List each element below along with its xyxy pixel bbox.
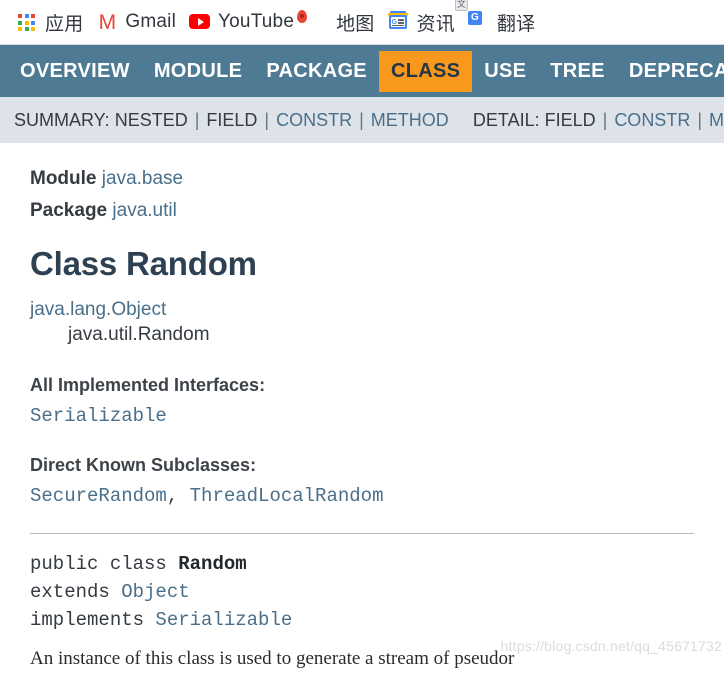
declaration-interface-link[interactable]: Serializable [155, 609, 292, 631]
summary-item-nested: NESTED [114, 109, 188, 130]
package-line: Package java.util [30, 195, 694, 227]
interface-link-serializable[interactable]: Serializable [30, 405, 167, 427]
nav-item-class[interactable]: CLASS [378, 50, 473, 92]
bookmark-label: 地图 [336, 13, 375, 35]
inheritance-current-row: java.util.Random [30, 322, 694, 347]
nav-item-use[interactable]: USE [472, 51, 538, 92]
nav-item-tree[interactable]: TREE [538, 51, 617, 92]
summary-item-field: FIELD [206, 109, 258, 130]
bookmark-maps[interactable]: 地图 [305, 7, 385, 38]
implemented-interfaces-heading: All Implemented Interfaces: [30, 375, 266, 395]
declaration-implements-keyword: implements [30, 609, 156, 631]
declaration-superclass-link[interactable]: Object [121, 581, 189, 603]
class-declaration-box: public class Random extends Object imple… [30, 533, 694, 634]
declaration-class-name: Random [178, 553, 247, 575]
subbar-separator: | [697, 109, 702, 130]
declaration-modifiers: public class [30, 553, 179, 575]
bookmarks-bar: 应用 M Gmail YouTube 地图 G 资讯 G 文 翻译 [0, 0, 724, 45]
detail-group: DETAIL: FIELD | CONSTR | M [473, 110, 724, 131]
google-translate-icon: G文 [454, 0, 490, 33]
direct-known-subclasses-heading: Direct Known Subclasses: [30, 455, 257, 475]
bookmark-label: 资讯 [416, 13, 455, 35]
bookmark-gmail[interactable]: M Gmail [94, 9, 187, 35]
detail-label: DETAIL: [472, 109, 540, 130]
apps-grid-icon [16, 11, 38, 33]
class-declaration: public class Random extends Object imple… [30, 550, 694, 634]
gmail-icon: M [98, 10, 117, 34]
module-label: Module [30, 168, 97, 189]
module-link[interactable]: java.base [102, 168, 183, 189]
inheritance-parent-row: java.lang.Object [30, 297, 694, 322]
javadoc-top-navbar: OVERVIEW MODULE PACKAGE CLASS USE TREE D… [0, 45, 724, 97]
package-label: Package [30, 200, 108, 221]
nav-item-deprecated[interactable]: DEPRECATED [617, 51, 724, 92]
direct-known-subclasses-list: SecureRandom, ThreadLocalRandom [30, 485, 694, 507]
subbar-separator: | [602, 109, 608, 130]
bookmark-label: 翻译 [496, 13, 536, 35]
declaration-extends-keyword: extends [30, 581, 122, 603]
bookmark-apps[interactable]: 应用 [14, 7, 94, 38]
summary-item-method[interactable]: METHOD [371, 110, 449, 131]
page-title: Class Random [30, 245, 257, 282]
browser-page: 应用 M Gmail YouTube 地图 G 资讯 G 文 翻译 OVERVI… [0, 0, 724, 674]
nav-item-module[interactable]: MODULE [142, 51, 254, 92]
package-link[interactable]: java.util [112, 200, 176, 221]
subclass-separator: , [166, 485, 190, 507]
module-line: Module java.base [30, 163, 694, 195]
summary-group: SUMMARY: NESTED | FIELD | CONSTR | METHO… [14, 110, 449, 131]
class-description: An instance of this class is used to gen… [30, 648, 515, 669]
javadoc-content: Module java.base Package java.util Class… [0, 143, 724, 670]
bookmark-translate[interactable]: G文 翻译 [454, 0, 546, 38]
bookmark-youtube[interactable]: YouTube [187, 9, 305, 35]
detail-item-field: FIELD [544, 109, 596, 130]
subbar-separator: | [194, 109, 200, 130]
nav-item-overview[interactable]: OVERVIEW [8, 51, 142, 92]
subclass-link-threadlocalrandom[interactable]: ThreadLocalRandom [190, 485, 384, 507]
summary-label: SUMMARY: [14, 109, 110, 130]
subclass-link-securerandom[interactable]: SecureRandom [30, 485, 167, 507]
summary-item-constr[interactable]: CONSTR [276, 110, 352, 131]
bookmark-label: 应用 [45, 13, 84, 35]
google-news-icon: G [387, 11, 410, 33]
nav-item-package[interactable]: PACKAGE [254, 51, 379, 92]
inheritance-parent-link[interactable]: java.lang.Object [30, 299, 166, 320]
subbar-separator: | [264, 109, 270, 130]
bookmark-news[interactable]: G 资讯 [386, 7, 466, 38]
detail-item-constr[interactable]: CONSTR [614, 110, 690, 131]
detail-item-method[interactable]: M [709, 110, 724, 131]
subbar-separator: | [359, 109, 364, 130]
inheritance-current-class: java.util.Random [68, 324, 210, 345]
implemented-interfaces-list: Serializable [30, 405, 694, 427]
bookmark-label: Gmail [125, 11, 177, 32]
google-maps-icon [307, 11, 329, 33]
summary-detail-subbar: SUMMARY: NESTED | FIELD | CONSTR | METHO… [0, 97, 724, 143]
youtube-icon [189, 11, 211, 33]
inheritance-tree: java.lang.Object java.util.Random [30, 297, 694, 347]
bookmark-label: YouTube [218, 11, 295, 32]
